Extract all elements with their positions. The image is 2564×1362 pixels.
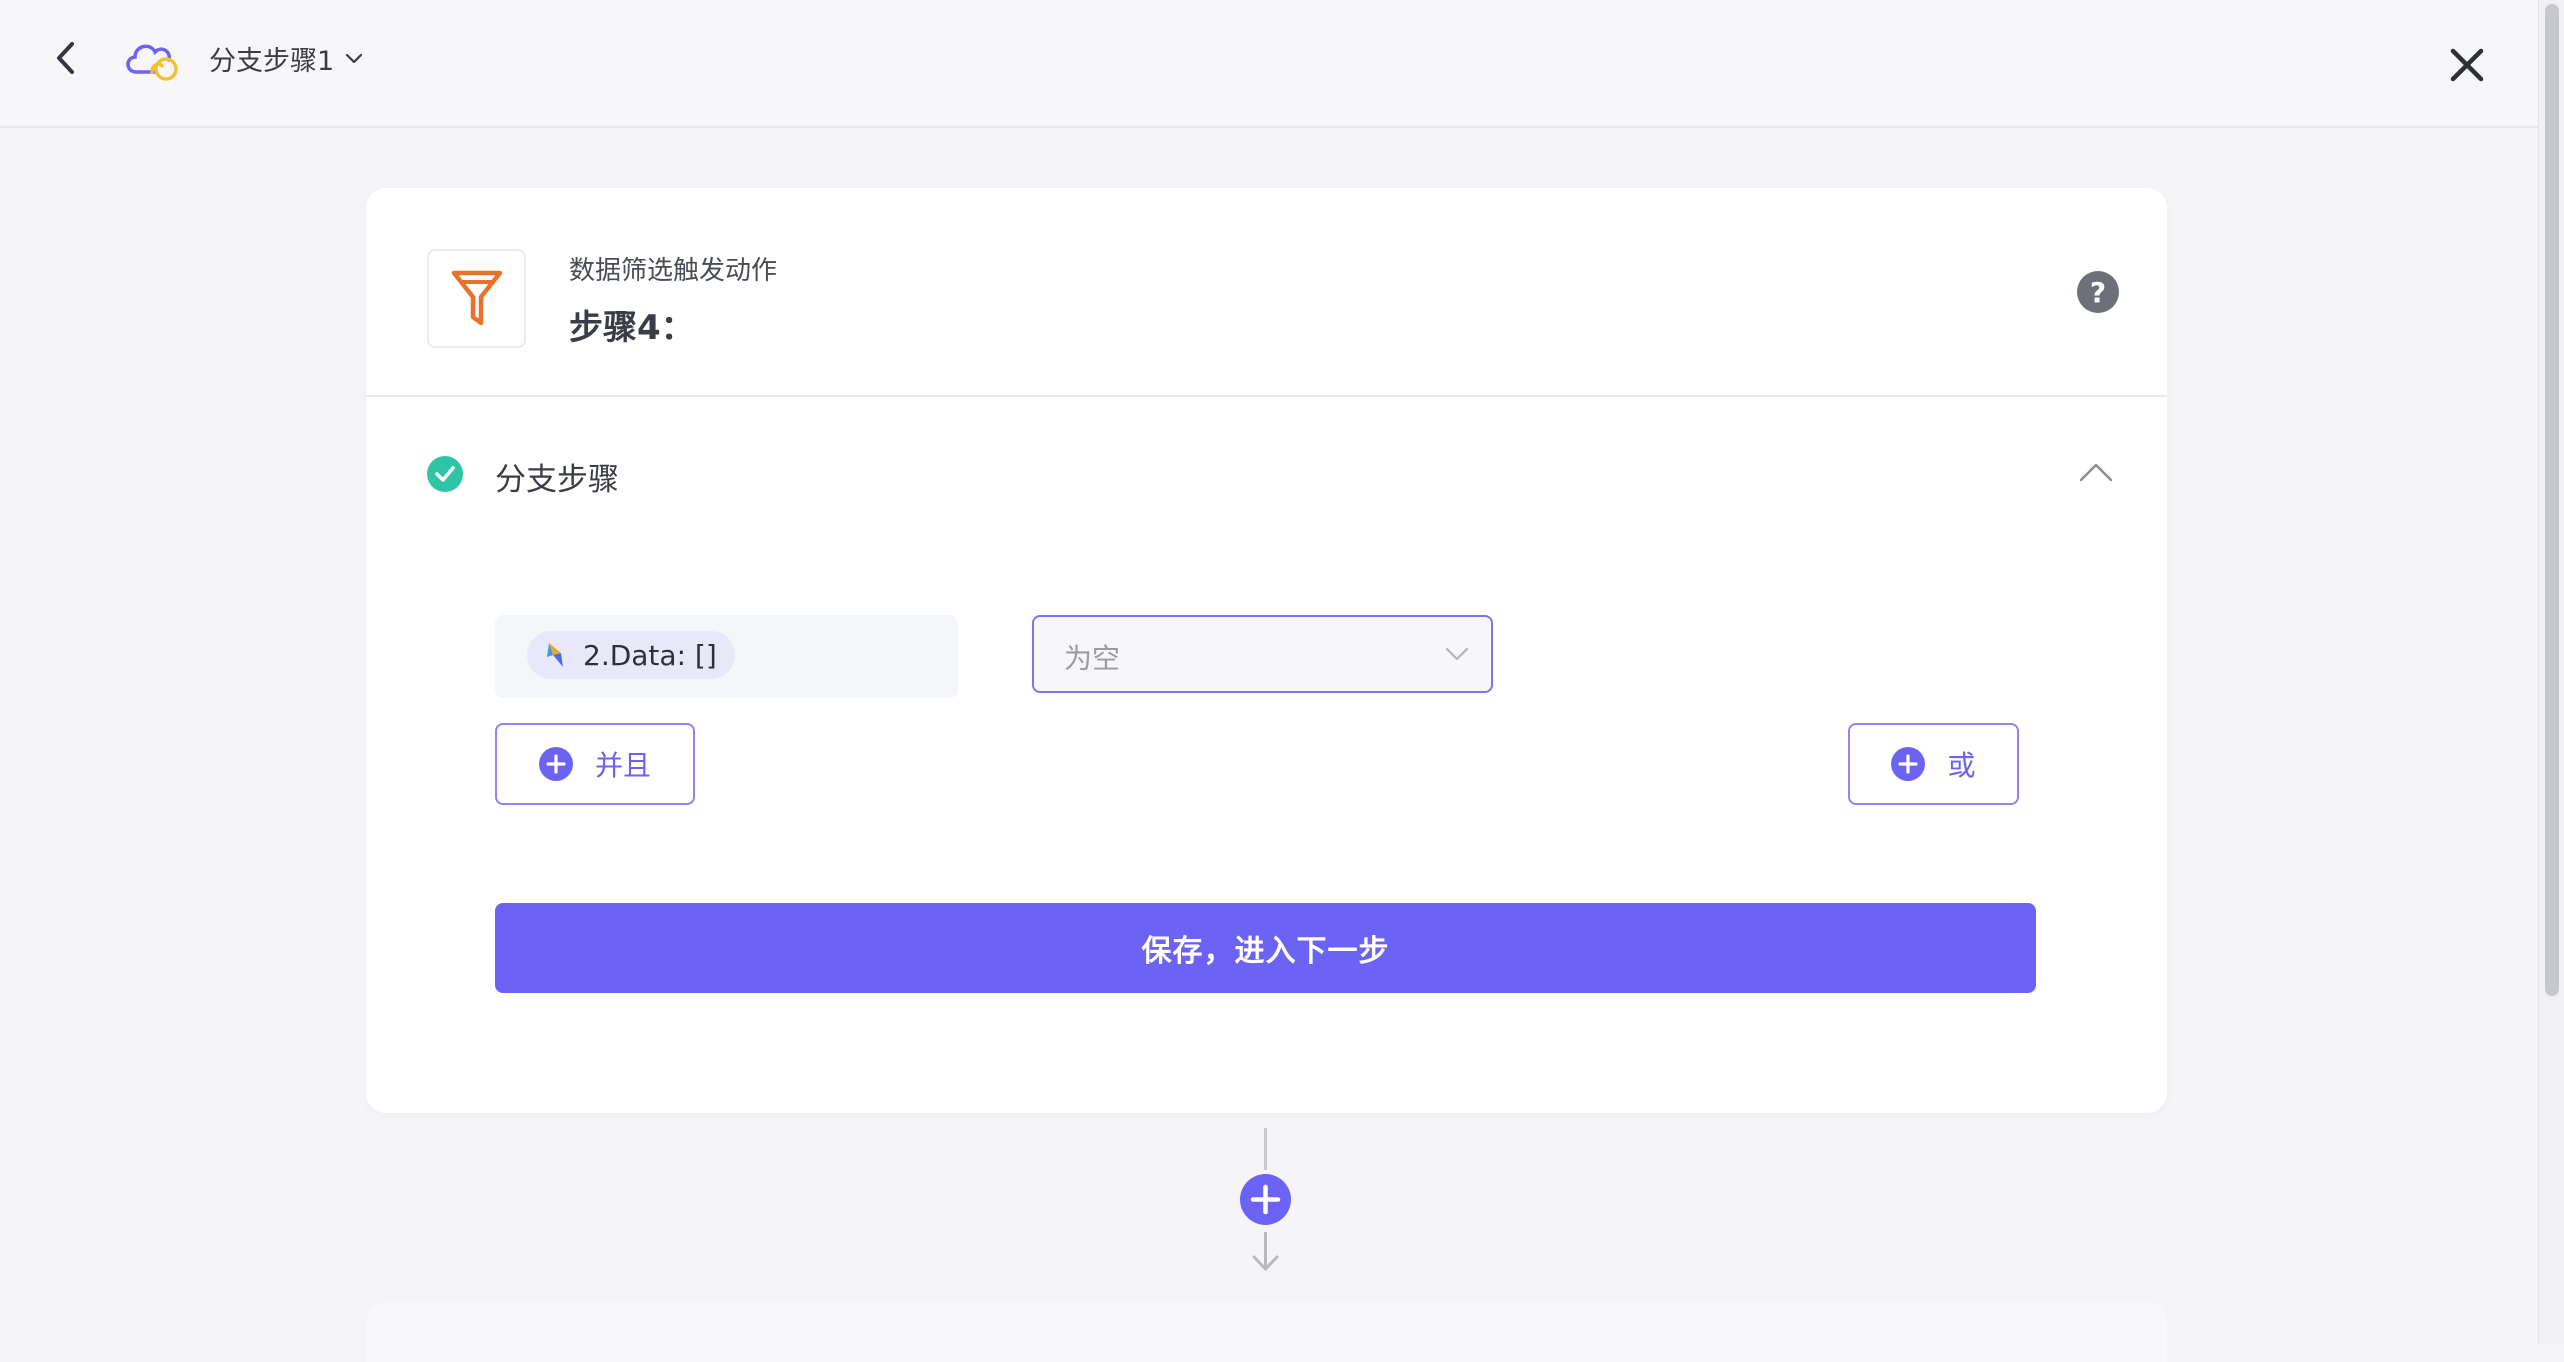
operator-select[interactable]: 为空 [1032, 615, 1493, 693]
step-card: 数据筛选触发动作 步骤4： ? 分支步骤 2.Data: [] 为空 并且 或 … [366, 188, 2167, 1113]
flow-connector-line [1264, 1128, 1267, 1170]
step-title: 步骤4： [569, 308, 695, 348]
arrow-down-icon [1252, 1232, 1279, 1271]
vertical-scrollbar[interactable] [2538, 0, 2564, 1344]
filter-icon [451, 270, 502, 325]
help-icon[interactable]: ? [2077, 271, 2119, 313]
check-circle-icon [427, 456, 463, 492]
add-or-condition-button[interactable]: 或 [1848, 723, 2019, 805]
close-icon[interactable] [2448, 46, 2486, 84]
chevron-up-icon[interactable] [2079, 460, 2113, 484]
top-bar: 分支步骤1 [0, 0, 2538, 128]
add-and-condition-button[interactable]: 并且 [495, 723, 695, 805]
operator-value: 为空 [1064, 642, 1121, 675]
chevron-down-icon [346, 53, 363, 64]
back-chevron-left-icon[interactable] [50, 38, 82, 78]
field-chip-label: 2.Data: [] [583, 638, 717, 672]
flow-title: 分支步骤1 [209, 45, 335, 77]
plus-circle-icon [1891, 747, 1926, 781]
plus-circle-icon [538, 747, 573, 781]
next-step-card [366, 1302, 2167, 1362]
or-button-label: 或 [1947, 749, 1976, 782]
field-variable-chip[interactable]: 2.Data: [] [527, 631, 735, 679]
app-variable-icon [547, 643, 563, 667]
and-button-label: 并且 [594, 749, 651, 782]
step-icon-box [427, 249, 526, 348]
cloud-logo-icon [126, 44, 178, 81]
card-divider [366, 395, 2167, 397]
scrollbar-thumb[interactable] [2545, 4, 2559, 996]
flow-title-dropdown[interactable]: 分支步骤1 [209, 40, 364, 77]
branch-section-header[interactable]: 分支步骤 [427, 452, 2127, 498]
add-step-plus-icon[interactable] [1240, 1174, 1291, 1225]
condition-field-input[interactable]: 2.Data: [] [495, 615, 958, 698]
save-next-button[interactable]: 保存，进入下一步 [495, 903, 2036, 993]
chevron-down-icon [1445, 647, 1469, 661]
section-label: 分支步骤 [495, 462, 619, 498]
step-subtitle: 数据筛选触发动作 [569, 256, 778, 286]
